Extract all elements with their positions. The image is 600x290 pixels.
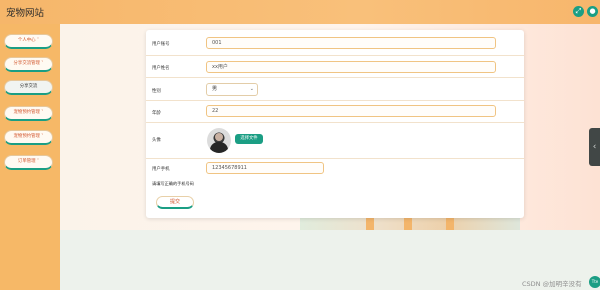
form-row-avatar: 头像 [146, 123, 524, 159]
form-row-phone: 用户手机 12345678911 [146, 159, 524, 177]
chevron-down-icon: ⌄ [249, 86, 254, 92]
account-label: 用户账号 [152, 42, 170, 47]
name-input[interactable]: xx用户 [206, 61, 496, 73]
avatar [207, 128, 231, 153]
name-label: 用户姓名 [152, 66, 170, 71]
submit-button[interactable]: 提交 [156, 196, 194, 209]
collapse-handle[interactable]: ‹ [589, 128, 600, 166]
gender-value: 男 [212, 86, 218, 92]
profile-form: 用户账号 001 用户姓名 xx用户 性别 男 ⌄ 年龄 22 头像 选择文件 … [146, 30, 524, 218]
sidebar: 个人中心 ˅ 分享交流管理 ˅ 分享交流 宠物预约管理 ˅ 宠物预约管理 ˅ 订… [0, 24, 60, 290]
phone-input[interactable]: 12345678911 [206, 162, 324, 174]
age-label: 年龄 [152, 111, 161, 116]
avatar-body [210, 142, 228, 153]
gender-select[interactable]: 男 ⌄ [206, 83, 258, 96]
phone-hint: 请填写正确的手机号码 [152, 181, 194, 186]
sidebar-item-orders[interactable]: 订单管理 ˅ [4, 155, 53, 170]
gender-label: 性别 [152, 89, 161, 94]
fullscreen-icon[interactable]: ⤢ [573, 6, 584, 17]
sidebar-item-share-management[interactable]: 分享交流管理 ˅ [4, 57, 53, 72]
user-icon[interactable]: ● [587, 6, 598, 17]
watermark-badge: Tte [589, 276, 600, 288]
app-title: 宠物网站 [6, 8, 45, 19]
form-row-gender: 性别 男 ⌄ [146, 78, 524, 101]
watermark: CSDN @加明辛没有 [522, 280, 582, 288]
sidebar-item-pet-booking-1[interactable]: 宠物预约管理 ˅ [4, 106, 53, 121]
form-row-name: 用户姓名 xx用户 [146, 56, 524, 78]
form-row-account: 用户账号 001 [146, 30, 524, 56]
sidebar-item-pet-booking-2[interactable]: 宠物预约管理 ˅ [4, 130, 53, 145]
avatar-face [215, 133, 223, 141]
account-input[interactable]: 001 [206, 37, 496, 49]
sidebar-item-share[interactable]: 分享交流 [4, 80, 53, 95]
top-bar: 宠物网站 ⤢ ● [0, 0, 600, 24]
sidebar-item-personal-center[interactable]: 个人中心 ˅ [4, 34, 53, 49]
background-band [60, 230, 600, 290]
phone-label: 用户手机 [152, 167, 170, 172]
choose-file-button[interactable]: 选择文件 [235, 134, 263, 144]
form-row-age: 年龄 22 [146, 101, 524, 123]
age-input[interactable]: 22 [206, 105, 496, 117]
avatar-label: 头像 [152, 138, 161, 143]
